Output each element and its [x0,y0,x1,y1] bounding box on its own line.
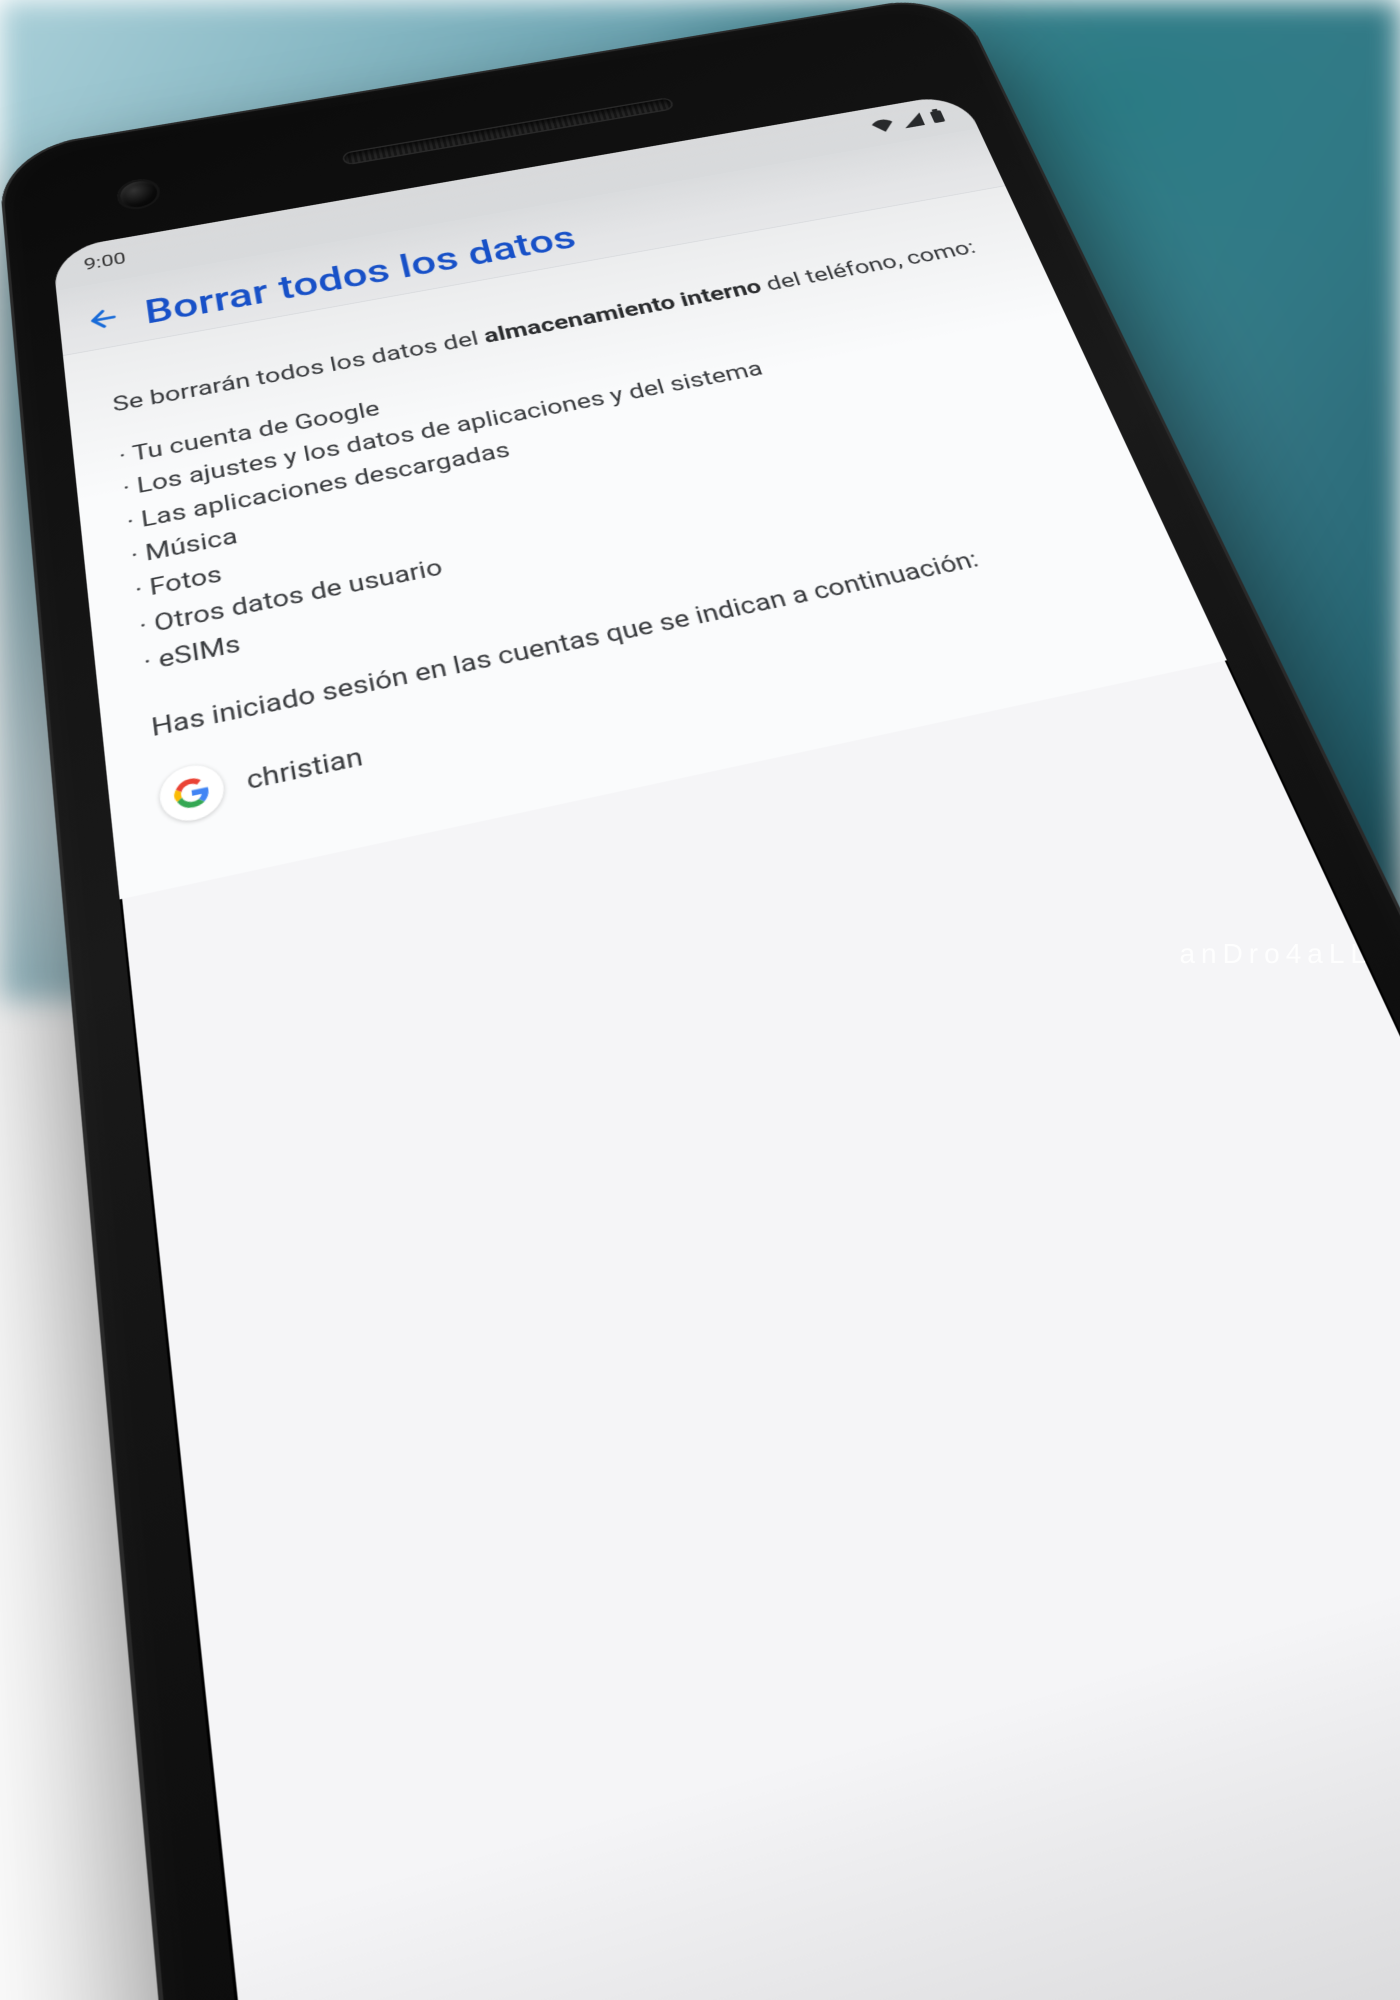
cellular-signal-icon [900,112,925,128]
watermark-text: anDro4aLL [1179,938,1372,970]
phone-device: 9:00 Borrar todos los dat [0,0,1400,2000]
phone-photo: 9:00 Borrar todos los dat [0,0,1400,1000]
battery-icon [928,108,947,124]
status-time: 9:00 [83,249,127,274]
google-logo-icon [157,760,227,827]
phone-screen: 9:00 Borrar todos los dat [52,93,1400,2000]
back-arrow-icon[interactable] [81,304,121,339]
wifi-icon [870,117,897,133]
account-name: christian [244,738,366,802]
